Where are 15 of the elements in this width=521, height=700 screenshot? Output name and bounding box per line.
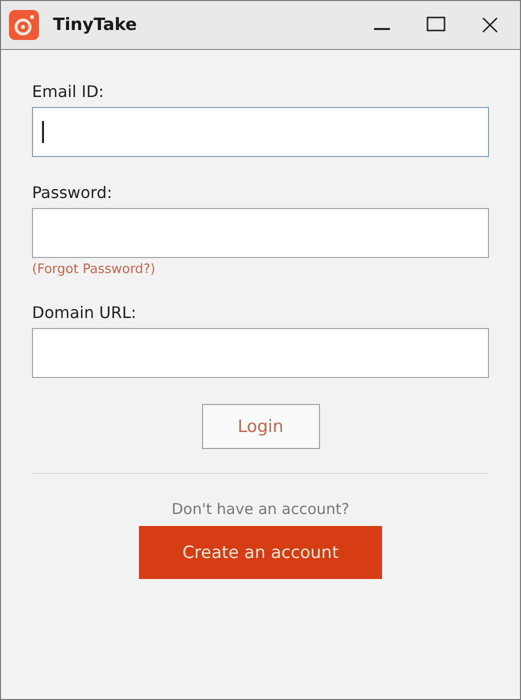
close-icon [480, 15, 500, 35]
window-title: TinyTake [53, 15, 138, 35]
login-button[interactable]: Login [202, 404, 320, 449]
input-field[interactable] [32, 107, 489, 157]
create-account-button[interactable]: Create an account [139, 526, 382, 579]
signup-prompt: Don't have an account? [172, 500, 350, 518]
input-field[interactable] [32, 328, 489, 378]
minimize-icon [374, 28, 390, 30]
field-label: Email ID: [32, 82, 105, 101]
field-label: Domain URL: [32, 303, 138, 322]
text-cursor [42, 121, 44, 143]
input-field[interactable] [32, 208, 489, 258]
field-label: Password: [32, 183, 114, 202]
forgot-password-link[interactable]: (Forgot Password?) [32, 262, 156, 277]
app-logo-icon [9, 10, 39, 40]
